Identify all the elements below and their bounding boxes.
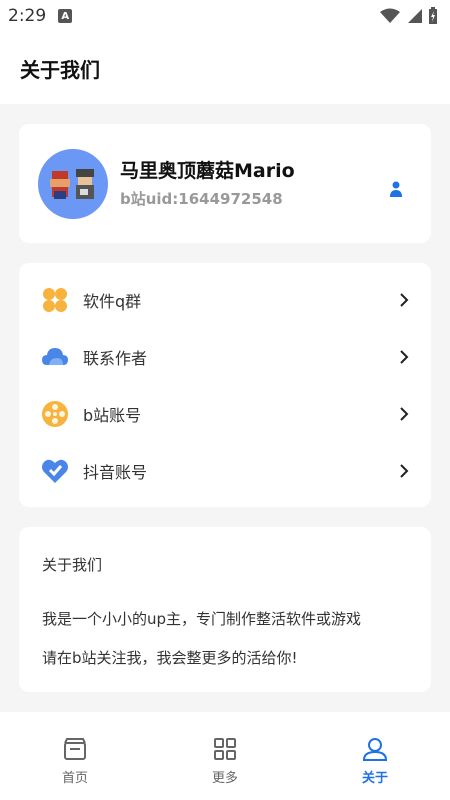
chevron-right-icon [400,292,409,307]
menu-item-label: 联系作者 [83,348,148,368]
four-petal-icon [43,287,67,312]
grid-icon [214,738,236,760]
profile-name: 马里奥顶蘑菇Mario [120,160,295,182]
nav-label: 关于 [361,771,388,786]
menu-item-bilibili-account[interactable]: b站账号 [19,385,431,442]
battery-icon [429,7,437,24]
nav-label: 更多 [211,771,238,786]
status-time: 2:29 [8,6,47,26]
user-icon [362,738,388,761]
menu-item-contact-author[interactable]: 联系作者 [19,328,431,385]
chevron-right-icon [400,463,409,478]
person-icon[interactable] [389,180,403,198]
about-text-line-2: 请在b站关注我，我会整更多的活给你! [42,649,298,667]
chevron-right-icon [400,349,409,364]
menu-item-qq-group[interactable]: 软件q群 [19,271,431,328]
avatar-art-icon [50,169,94,199]
menu-item-douyin-account[interactable]: 抖音账号 [19,442,431,499]
home-icon [64,738,86,760]
status-icons [380,7,438,25]
menu-item-label: 抖音账号 [83,462,148,482]
app-bar: 关于我们 [0,32,450,104]
menu-item-label: b站账号 [83,405,142,425]
profile-card: 马里奥顶蘑菇Mario b站uid:1644972548 [19,124,431,243]
status-bar: 2:29 A [0,0,450,32]
bottom-nav: 首页 更多 关于 [0,712,450,800]
about-text-line-1: 我是一个小小的up主，专门制作整活软件或游戏 [42,610,362,628]
nav-item-more[interactable]: 更多 [150,712,300,800]
cloud-icon [42,347,68,365]
nav-label: 首页 [61,771,88,786]
notification-icon: A [58,9,73,23]
signal-icon [408,9,422,23]
film-reel-icon [42,400,68,427]
wifi-icon [380,8,400,23]
chevron-right-icon [400,406,409,421]
menu-card: 软件q群 联系作者 b站账号 抖音账号 [19,263,431,507]
nav-item-about[interactable]: 关于 [300,712,450,800]
heart-icon [42,459,68,483]
nav-item-home[interactable]: 首页 [0,712,150,800]
about-title: 关于我们 [42,556,103,574]
profile-uid: b站uid:1644972548 [120,190,283,208]
about-card: 关于我们 我是一个小小的up主，专门制作整活软件或游戏 请在b站关注我，我会整更… [19,527,431,692]
mario-avatar [38,149,108,219]
menu-item-label: 软件q群 [83,291,142,311]
page-title: 关于我们 [20,57,100,82]
